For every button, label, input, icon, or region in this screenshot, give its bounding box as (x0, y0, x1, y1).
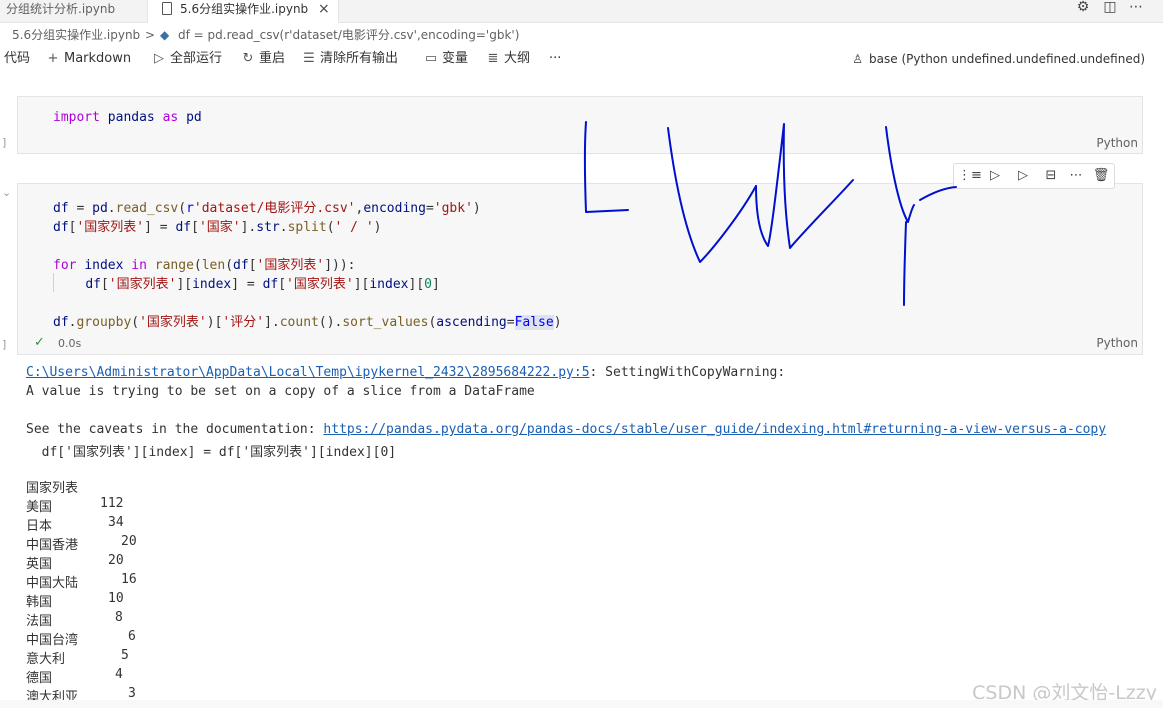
ink-stroke (885, 126, 915, 223)
status-bar (0, 700, 1163, 708)
ink-stroke (919, 186, 957, 201)
ink-stroke (583, 121, 629, 213)
handwritten-ink-annotation (583, 121, 957, 306)
ink-stroke (755, 123, 854, 249)
ink-stroke (903, 221, 907, 306)
ink-stroke (667, 127, 757, 263)
